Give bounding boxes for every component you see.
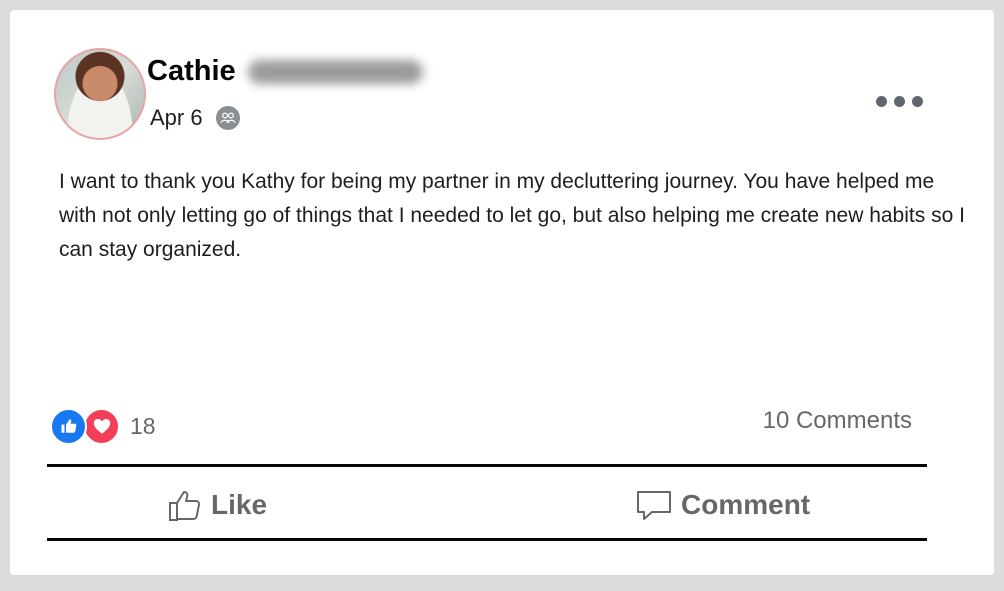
love-reaction-icon [83,407,120,445]
post-text: I want to thank you Kathy for being my p… [59,170,965,261]
comment-button[interactable]: Comment [635,480,810,530]
post-date[interactable]: Apr 6 [150,105,203,131]
more-horizontal-icon [876,95,887,107]
reaction-summary[interactable]: 18 [50,407,156,445]
comments-count-link[interactable]: 10 Comments [763,407,912,435]
author-avatar[interactable] [54,48,146,140]
author-name[interactable]: Cathie [147,55,236,88]
bottom-divider [47,538,927,541]
thumbs-up-icon [169,491,201,521]
like-button[interactable]: Like [167,480,267,530]
comment-bubble-icon [637,491,671,520]
top-divider [47,464,927,467]
post-card: Cathie Apr 6 I want to thank you Kathy f… [10,10,994,575]
more-options-button[interactable] [876,92,928,110]
friends-icon[interactable] [216,106,240,130]
redacted-surname [248,60,423,84]
like-label: Like [211,489,268,520]
comment-label: Comment [681,489,811,520]
reaction-count: 18 [130,412,156,439]
like-reaction-icon [50,407,87,445]
